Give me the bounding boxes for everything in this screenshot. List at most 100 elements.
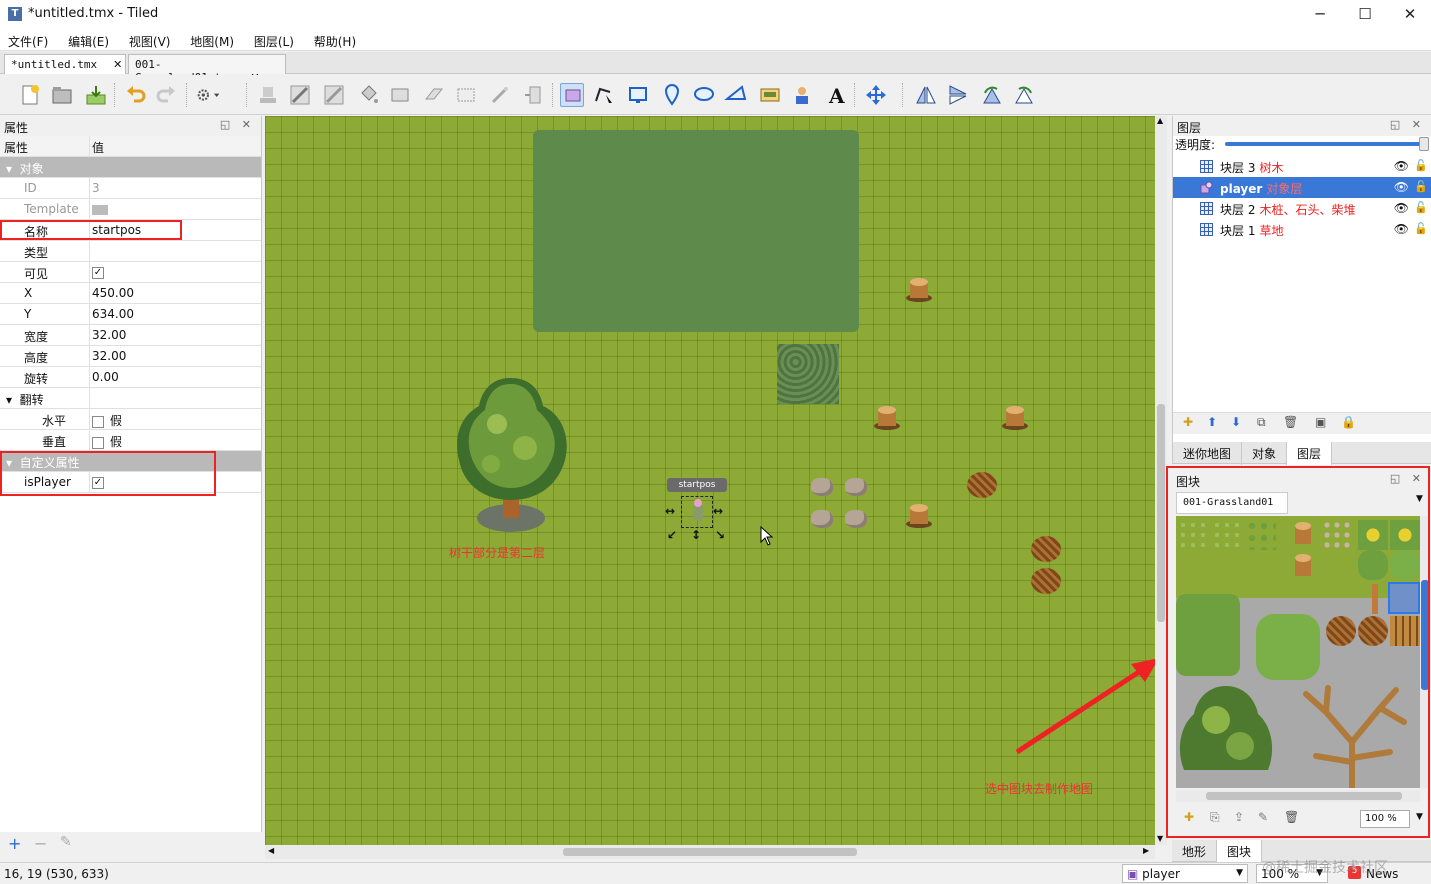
- commands-gear-icon[interactable]: [196, 83, 232, 107]
- tab-untitled-tmx[interactable]: *untitled.tmx ✕: [4, 54, 126, 74]
- lock-icon[interactable]: 🔓: [1414, 201, 1428, 214]
- collapse-icon[interactable]: ▾: [6, 393, 12, 407]
- rect-select-icon[interactable]: [454, 83, 478, 107]
- scroll-up-icon[interactable]: ▲: [1157, 116, 1163, 125]
- close-button[interactable]: ✕: [1387, 0, 1431, 30]
- prop-flip[interactable]: ▾ 翻转: [0, 388, 261, 409]
- visibility-eye-icon[interactable]: 👁: [1394, 180, 1409, 194]
- select-objects-icon[interactable]: [560, 83, 584, 107]
- insert-tile-icon[interactable]: [758, 83, 782, 107]
- visibility-eye-icon[interactable]: 👁: [1394, 159, 1409, 173]
- resize-handle-bottom-right[interactable]: ↘: [715, 528, 725, 542]
- add-property-icon[interactable]: +: [8, 834, 21, 853]
- group-object[interactable]: ▾ 对象: [0, 157, 261, 178]
- prop-y[interactable]: Y 634.00: [0, 304, 261, 325]
- insert-point-icon[interactable]: [660, 83, 684, 107]
- lock-icon[interactable]: 🔓: [1414, 159, 1428, 172]
- visibility-eye-icon[interactable]: 👁: [1394, 201, 1409, 215]
- prop-rotation[interactable]: 旋转 0.00: [0, 367, 261, 388]
- prop-type[interactable]: 类型: [0, 241, 261, 262]
- random-brush-icon[interactable]: [322, 83, 346, 107]
- tab-objects[interactable]: 对象: [1242, 442, 1288, 465]
- template-icon[interactable]: [92, 205, 108, 215]
- layer-row-trees[interactable]: 块层 3 树木 👁 🔓: [1173, 156, 1431, 177]
- prop-x[interactable]: X 450.00: [0, 283, 261, 304]
- delete-layer-icon[interactable]: 🗑: [1283, 415, 1298, 429]
- duplicate-layer-icon[interactable]: ⧉: [1257, 415, 1266, 430]
- collapse-icon[interactable]: ▾: [6, 162, 12, 176]
- scroll-left-icon[interactable]: ◀: [268, 846, 274, 855]
- resize-handle-right[interactable]: ↔: [713, 504, 723, 518]
- dock-buttons[interactable]: ◱ ✕: [220, 118, 255, 131]
- flip-vertical-icon[interactable]: [946, 83, 970, 107]
- scroll-thumb[interactable]: [563, 848, 857, 856]
- redo-icon[interactable]: [154, 83, 178, 107]
- world-tool-move-icon[interactable]: [864, 83, 888, 107]
- shape-fill-icon[interactable]: [388, 83, 412, 107]
- opacity-slider[interactable]: [1225, 142, 1425, 146]
- map-horizontal-scrollbar[interactable]: ◀ ▶: [265, 845, 1155, 859]
- prop-visible[interactable]: 可见 ✓: [0, 262, 261, 283]
- resize-handle-left[interactable]: ↔: [665, 504, 675, 518]
- map-canvas[interactable]: 树干部分是第二层 startpos ↔ ↔ ↕ ↙ ↘ 选中图块去制作地图: [265, 116, 1155, 845]
- insert-polygon-icon[interactable]: [724, 83, 748, 107]
- opacity-slider-handle[interactable]: [1419, 137, 1429, 151]
- menu-edit[interactable]: 编辑(E): [60, 30, 117, 50]
- scroll-down-icon[interactable]: ▼: [1157, 834, 1163, 843]
- layer-row-grass[interactable]: 块层 1 草地 👁 🔓: [1173, 219, 1431, 240]
- tab-layers[interactable]: 图层: [1287, 442, 1333, 465]
- resize-handle-bottom[interactable]: ↕: [691, 528, 701, 542]
- rotate-right-icon[interactable]: [1012, 83, 1036, 107]
- menu-file[interactable]: 文件(F): [0, 30, 56, 50]
- undo-icon[interactable]: [124, 83, 148, 107]
- menu-map[interactable]: 地图(M): [182, 30, 242, 50]
- current-layer-select[interactable]: ▣ player ▼: [1122, 864, 1248, 883]
- insert-ellipse-icon[interactable]: [692, 83, 716, 107]
- insert-text-icon[interactable]: A: [824, 83, 848, 108]
- toggle-other-layers-icon[interactable]: ▣: [1315, 415, 1326, 429]
- menu-layer[interactable]: 图层(L): [246, 30, 302, 50]
- close-icon[interactable]: ✕: [113, 58, 122, 71]
- open-file-icon[interactable]: [50, 83, 74, 107]
- flip-vertical-checkbox[interactable]: [92, 436, 104, 449]
- tab-grassland-tsx[interactable]: 001-Grassland01.tsx✕: [128, 54, 286, 84]
- prop-flip-horizontal[interactable]: 水平 假: [0, 409, 261, 430]
- raise-layer-icon[interactable]: ⬆: [1207, 415, 1217, 429]
- remove-property-icon[interactable]: −: [34, 834, 47, 853]
- lower-layer-icon[interactable]: ⬇: [1231, 415, 1241, 429]
- lock-icon[interactable]: 🔓: [1414, 222, 1428, 235]
- magic-wand-icon[interactable]: [488, 83, 512, 107]
- scroll-right-icon[interactable]: ▶: [1143, 846, 1149, 855]
- tab-terrain[interactable]: 地形: [1172, 840, 1218, 863]
- new-layer-icon[interactable]: ✚: [1183, 415, 1193, 429]
- menu-help[interactable]: 帮助(H): [306, 30, 364, 50]
- prop-height[interactable]: 高度 32.00: [0, 346, 261, 367]
- select-same-tile-icon[interactable]: [522, 83, 546, 107]
- bucket-fill-icon[interactable]: [356, 83, 380, 107]
- resize-handle-bottom-left[interactable]: ↙: [667, 528, 677, 542]
- edit-polygons-icon[interactable]: [592, 83, 616, 107]
- rotate-left-icon[interactable]: [980, 83, 1004, 107]
- prop-width[interactable]: 宽度 32.00: [0, 325, 261, 346]
- stamp-brush-icon[interactable]: [256, 83, 280, 107]
- insert-template-icon[interactable]: [790, 83, 814, 107]
- flip-horizontal-icon[interactable]: [914, 83, 938, 107]
- lock-other-layers-icon[interactable]: 🔒: [1341, 415, 1356, 429]
- rename-property-icon[interactable]: ✎: [60, 834, 72, 850]
- menu-view[interactable]: 视图(V): [121, 30, 179, 50]
- save-icon[interactable]: [84, 83, 108, 107]
- tab-minimap[interactable]: 迷你地图: [1173, 442, 1243, 465]
- dock-buttons[interactable]: ◱ ✕: [1390, 118, 1425, 131]
- lock-icon[interactable]: 🔓: [1414, 180, 1428, 193]
- prop-flip-vertical[interactable]: 垂直 假: [0, 430, 261, 451]
- tab-tilesets[interactable]: 图块: [1217, 840, 1263, 863]
- flip-horizontal-checkbox[interactable]: [92, 415, 104, 428]
- visibility-eye-icon[interactable]: 👁: [1394, 222, 1409, 236]
- startpos-object[interactable]: [681, 496, 713, 528]
- minimize-button[interactable]: ─: [1297, 0, 1343, 30]
- scroll-thumb[interactable]: [1157, 404, 1165, 622]
- eraser-icon[interactable]: [422, 83, 446, 107]
- new-file-icon[interactable]: [18, 83, 42, 107]
- layer-row-stumps[interactable]: 块层 2 木桩、石头、柴堆 👁 🔓: [1173, 198, 1431, 219]
- visible-checkbox[interactable]: ✓: [92, 266, 104, 279]
